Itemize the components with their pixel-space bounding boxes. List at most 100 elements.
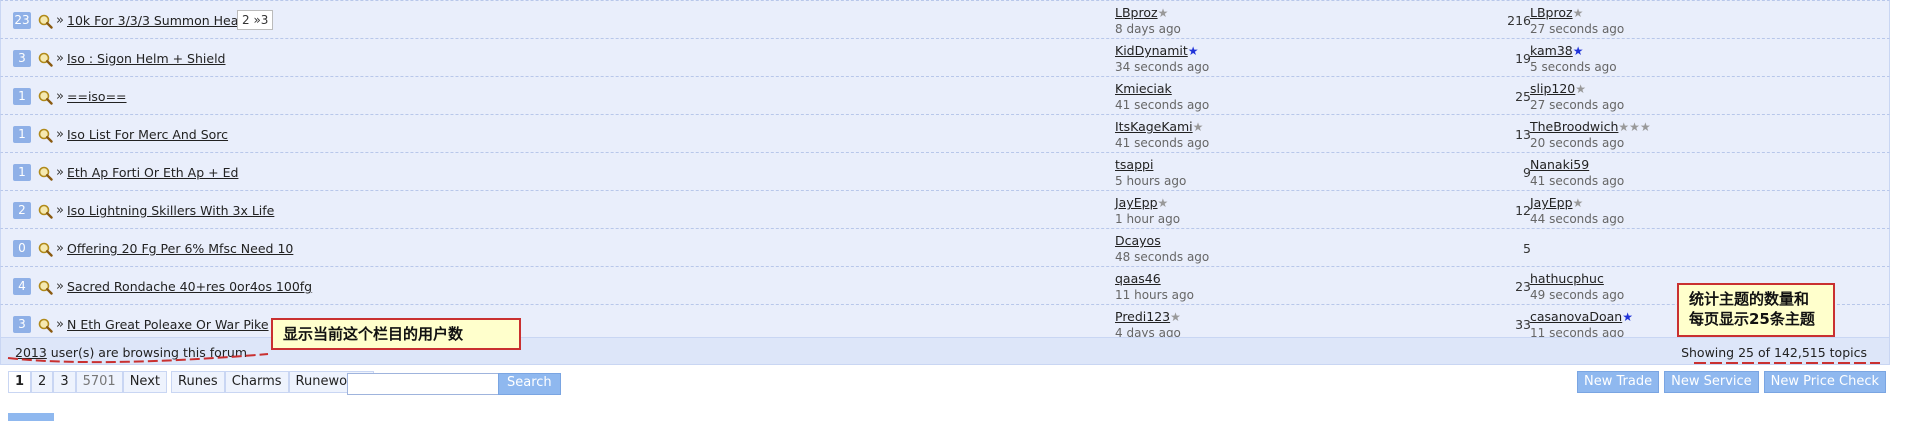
- topic-author-link[interactable]: Dcayos: [1115, 233, 1161, 248]
- topic-title-link[interactable]: Sacred Rondache 40+res 0or4os 100fg: [67, 279, 312, 294]
- topic-last-post-cell: LBproz★ 27 seconds ago: [1530, 5, 1624, 37]
- magnifier-icon[interactable]: [38, 52, 53, 67]
- filter-charms[interactable]: Charms: [224, 371, 289, 393]
- star-icon: ★: [1572, 6, 1584, 20]
- last-poster-link[interactable]: LBproz: [1530, 5, 1573, 20]
- topic-title-link[interactable]: Iso : Sigon Helm + Shield: [67, 51, 225, 66]
- topic-created-time: 41 seconds ago: [1115, 136, 1210, 150]
- page-last[interactable]: 5701: [75, 371, 123, 393]
- topic-author-link[interactable]: ItsKageKami: [1115, 119, 1193, 134]
- topic-row: 0 » Offering 20 Fg Per 6% Mfsc Need 10 Dcay…: [0, 229, 1890, 267]
- annotation-underline-left: [7, 353, 269, 364]
- topic-reply-count: 216: [1507, 13, 1531, 28]
- topic-arrow-icon: »: [56, 241, 64, 256]
- topic-author-cell: ItsKageKami★ 41 seconds ago: [1115, 119, 1209, 151]
- topic-title-link[interactable]: N Eth Great Poleaxe Or War Pike: [67, 317, 269, 332]
- topic-title-link[interactable]: Eth Ap Forti Or Eth Ap + Ed: [67, 165, 238, 180]
- star-icon: ★: [1192, 120, 1204, 134]
- magnifier-icon[interactable]: [38, 204, 53, 219]
- topic-author-cell: KidDynamit★ 34 seconds ago: [1115, 43, 1209, 75]
- star-icon: ★: [1170, 310, 1181, 324]
- topic-arrow-icon: »: [56, 165, 64, 180]
- topic-title-link[interactable]: Iso Lightning Skillers With 3x Life: [67, 203, 274, 218]
- new-trade-button[interactable]: New Trade: [1577, 371, 1660, 393]
- star-icon: ★: [1572, 196, 1584, 210]
- last-post-time: 5 seconds ago: [1530, 60, 1617, 74]
- topic-arrow-icon: »: [56, 127, 64, 142]
- annotation-browsing-users-text: 显示当前这个栏目的用户数: [283, 325, 464, 343]
- last-poster-link[interactable]: Nanaki59: [1530, 157, 1589, 172]
- magnifier-icon[interactable]: [38, 242, 53, 257]
- topic-last-post-cell: TheBroodwich★★★ 20 seconds ago: [1530, 119, 1651, 151]
- star-icon: ★: [1157, 6, 1169, 20]
- topic-author-link[interactable]: KidDynamit: [1115, 43, 1188, 58]
- new-price-check-button[interactable]: New Price Check: [1763, 371, 1886, 393]
- magnifier-icon[interactable]: [38, 90, 53, 105]
- topic-author-cell: qaas46 11 hours ago: [1115, 271, 1194, 303]
- topic-last-post-cell: Nanaki59 41 seconds ago: [1530, 157, 1624, 189]
- topic-title-link[interactable]: Offering 20 Fg Per 6% Mfsc Need 10: [67, 241, 293, 256]
- topic-created-time: 41 seconds ago: [1115, 98, 1210, 112]
- star-icon: ★: [1187, 44, 1199, 58]
- magnifier-icon[interactable]: [38, 14, 53, 29]
- topic-title-link[interactable]: Iso List For Merc And Sorc: [67, 127, 228, 142]
- topic-author-link[interactable]: qaas46: [1115, 271, 1161, 286]
- action-buttons: New Trade New Service New Price Check: [1577, 371, 1886, 393]
- page-2[interactable]: 2: [31, 371, 54, 393]
- page-3[interactable]: 3: [53, 371, 76, 393]
- magnifier-icon[interactable]: [38, 166, 53, 181]
- topic-new-count-badge: 3: [13, 50, 31, 67]
- topic-page-links[interactable]: 2 »3: [237, 10, 274, 30]
- search-input[interactable]: [347, 373, 499, 395]
- topic-author-link[interactable]: JayEpp: [1115, 195, 1158, 210]
- magnifier-icon[interactable]: [38, 128, 53, 143]
- topic-author-cell: JayEpp★ 1 hour ago: [1115, 195, 1180, 227]
- annotation-topic-count-line2: 每页显示25条主题: [1689, 310, 1815, 328]
- last-post-time: 41 seconds ago: [1530, 174, 1625, 188]
- search-button[interactable]: Search: [498, 373, 561, 395]
- last-poster-link[interactable]: casanovaDoan: [1530, 309, 1622, 324]
- last-poster-link[interactable]: JayEpp: [1530, 195, 1573, 210]
- star-icon: ★★★: [1618, 120, 1651, 134]
- last-poster-link[interactable]: slip120: [1530, 81, 1575, 96]
- page-1[interactable]: 1: [8, 371, 32, 393]
- topic-reply-count: 5: [1523, 241, 1531, 256]
- new-service-button[interactable]: New Service: [1664, 371, 1759, 393]
- topic-row: 1 » Eth Ap Forti Or Eth Ap + Ed tsappi 5 hou…: [0, 153, 1890, 191]
- last-poster-link[interactable]: kam38: [1530, 43, 1573, 58]
- topic-arrow-icon: »: [56, 51, 64, 66]
- last-post-time: 27 seconds ago: [1530, 98, 1625, 112]
- topic-author-cell: Kmieciak 41 seconds ago: [1115, 81, 1209, 113]
- last-post-time: 49 seconds ago: [1530, 288, 1625, 302]
- topic-new-count-badge: 0: [13, 240, 31, 257]
- topic-new-count-badge: 2: [13, 202, 31, 219]
- pagination: 1 2 3 5701 Next Runes Charms Runewords: [8, 371, 375, 393]
- topic-author-link[interactable]: Kmieciak: [1115, 81, 1172, 96]
- topic-author-link[interactable]: tsappi: [1115, 157, 1153, 172]
- bottom-strip: [8, 413, 54, 421]
- last-poster-link[interactable]: TheBroodwich: [1530, 119, 1618, 134]
- magnifier-icon[interactable]: [38, 280, 53, 295]
- star-icon: ★: [1575, 82, 1587, 96]
- last-poster-link[interactable]: hathucphuc: [1530, 271, 1604, 286]
- star-icon: ★: [1572, 44, 1584, 58]
- topic-author-link[interactable]: Predi123: [1115, 309, 1170, 324]
- topic-author-cell: Dcayos 48 seconds ago: [1115, 233, 1209, 265]
- topic-author-link[interactable]: LBproz: [1115, 5, 1158, 20]
- topic-reply-count: 23: [1515, 279, 1531, 294]
- topic-new-count-badge: 1: [13, 164, 31, 181]
- topic-reply-count: 19: [1515, 51, 1531, 66]
- topic-arrow-icon: »: [56, 13, 64, 28]
- topic-reply-count: 13: [1515, 127, 1531, 142]
- topic-new-count-badge: 4: [13, 278, 31, 295]
- topic-title-link[interactable]: 10k For 3/3/3 Summon Head: [67, 13, 246, 28]
- next-page-button[interactable]: Next: [122, 371, 167, 393]
- annotation-underline-right: [1694, 362, 1880, 364]
- filter-runes[interactable]: Runes: [171, 371, 225, 393]
- magnifier-icon[interactable]: [38, 318, 53, 333]
- topic-row: 1 » ==iso== Kmieciak 41 seconds ago 25 slip120…: [0, 77, 1890, 115]
- topic-row: 4 » Sacred Rondache 40+res 0or4os 100fg qaa…: [0, 267, 1890, 305]
- topic-title-link[interactable]: ==iso==: [67, 89, 127, 104]
- topic-new-count-badge: 3: [13, 316, 31, 333]
- last-post-time: 44 seconds ago: [1530, 212, 1625, 226]
